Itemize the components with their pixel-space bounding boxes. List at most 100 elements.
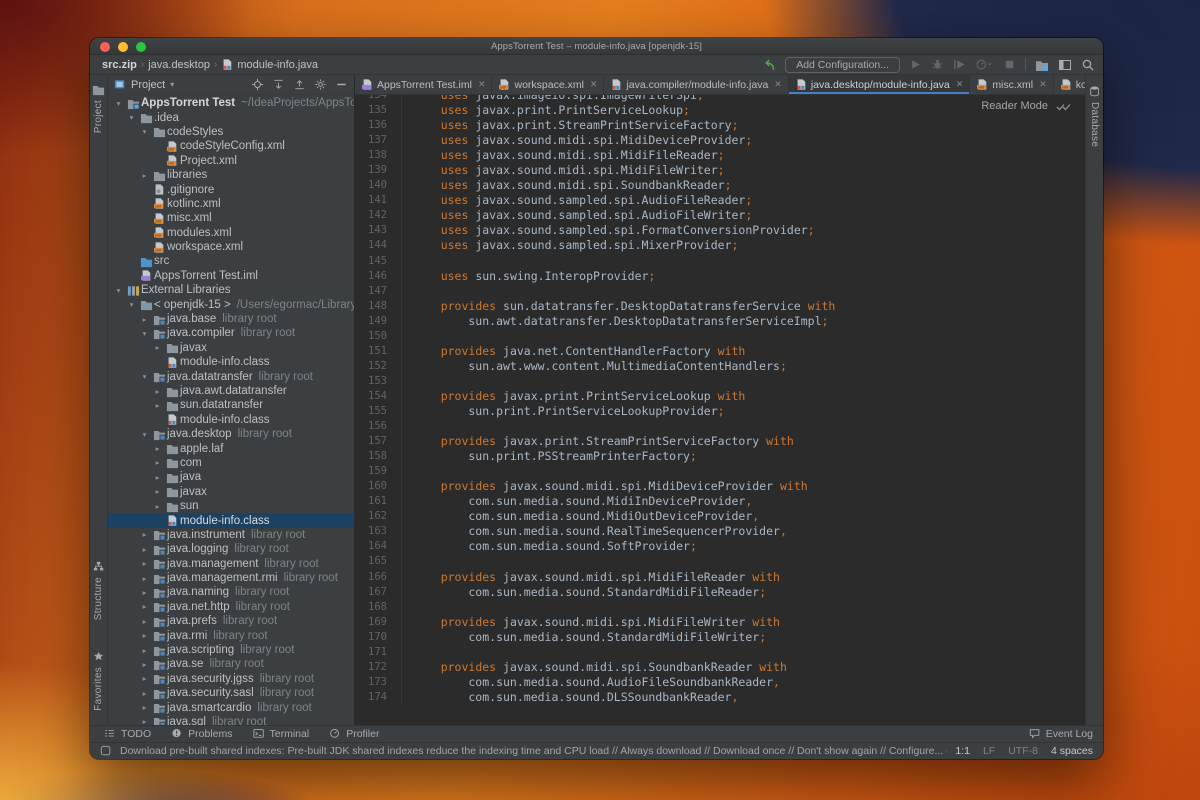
chevron-right-icon[interactable]: ▸ [138,660,151,669]
tab-workspace-xml[interactable]: xmlworkspace.xml✕ [492,75,604,94]
tree-item-codestyleconfig-xml[interactable]: xmlcodeStyleConfig.xml [108,139,354,153]
tree-item-libraries[interactable]: ▸libraries [108,168,354,182]
indentation[interactable]: 4 spaces [1051,745,1093,757]
project-panel-title[interactable]: Project [131,79,165,91]
tree-item-kotlinc-xml[interactable]: xmlkotlinc.xml [108,197,354,211]
undo-arrow-icon[interactable] [762,58,776,72]
chevron-right-icon[interactable]: ▸ [151,387,164,396]
reader-mode-badge[interactable]: Reader Mode [981,100,1071,112]
line-separator[interactable]: LF [983,745,995,757]
project-structure-icon[interactable] [1035,58,1049,72]
tree-item-sun[interactable]: ▸sun [108,499,354,513]
tree-item-openjdk-15[interactable]: ▾< openjdk-15 >/Users/egormac/Library/Ja… [108,297,354,311]
tree-item-java-awt-datatransfer[interactable]: ▸java.awt.datatransfer [108,384,354,398]
close-tab-icon[interactable]: ✕ [774,79,782,90]
chevron-right-icon[interactable]: ▸ [138,588,151,597]
tree-item-com[interactable]: ▸com [108,456,354,470]
tree-item-java-compiler[interactable]: ▾java.compilerlibrary root [108,326,354,340]
chevron-right-icon[interactable]: ▸ [151,444,164,453]
tree-item-javax[interactable]: ▸javax [108,341,354,355]
debug-icon[interactable] [931,58,944,71]
tab-java-desktop-module-info-java[interactable]: java.desktop/module-info.java✕ [789,75,970,94]
tree-item-modules-xml[interactable]: xmlmodules.xml [108,226,354,240]
chevron-right-icon[interactable]: ▸ [138,574,151,583]
toolwindow-button-profiler[interactable]: Profiler [329,728,379,740]
chevron-right-icon[interactable]: ▸ [138,689,151,698]
minimize-window-button[interactable] [118,42,128,52]
locate-file-icon[interactable] [251,78,264,91]
chevron-right-icon[interactable]: ▸ [138,315,151,324]
tool-strip-favorites[interactable]: Favorites [90,651,107,711]
tree-item-java-logging[interactable]: ▸java.logginglibrary root [108,542,354,556]
tree-item-java-management[interactable]: ▸java.managementlibrary root [108,557,354,571]
run-icon[interactable] [909,58,922,71]
chevron-down-icon[interactable]: ▾ [125,300,138,309]
chevron-right-icon[interactable]: ▸ [138,703,151,712]
editor-body[interactable]: 134 uses javax.imageio.spi.ImageWriterSp… [355,95,1085,725]
window-layout-icon[interactable] [1058,58,1072,72]
tree-item-java[interactable]: ▸java [108,470,354,484]
tree-item-project-xml[interactable]: xmlProject.xml [108,154,354,168]
tree-item-java-base[interactable]: ▸java.baselibrary root [108,312,354,326]
tree-item-java-instrument[interactable]: ▸java.instrumentlibrary root [108,528,354,542]
background-tasks-icon[interactable] [100,745,112,757]
breadcrumb-item-module-info-java[interactable]: module-info.java [237,59,318,71]
chevron-right-icon[interactable]: ▸ [151,343,164,352]
tree-item-java-naming[interactable]: ▸java.naminglibrary root [108,585,354,599]
tree-item-module-info-class[interactable]: module-info.class [108,355,354,369]
tree-item-workspace-xml[interactable]: xmlworkspace.xml [108,240,354,254]
event-log-button[interactable]: Event Log [1029,728,1093,740]
tree-item-java-net-http[interactable]: ▸java.net.httplibrary root [108,600,354,614]
close-tab-icon[interactable]: ✕ [478,79,486,90]
chevron-down-icon[interactable]: ▾ [112,286,125,295]
tab-kotlinc-xml[interactable]: xmlkotlinc.xml✕ [1054,75,1085,94]
collapse-all-icon[interactable] [293,78,306,91]
tree-item-gitignore[interactable]: .gitignore [108,182,354,196]
chevron-right-icon[interactable]: ▸ [138,602,151,611]
tree-item-misc-xml[interactable]: xmlmisc.xml [108,211,354,225]
close-tab-icon[interactable]: ✕ [956,79,964,90]
tree-item-idea[interactable]: ▾.idea [108,110,354,124]
chevron-right-icon[interactable]: ▸ [138,717,151,725]
chevron-down-icon[interactable]: ▾ [138,372,151,381]
tree-item-java-management-rmi[interactable]: ▸java.management.rmilibrary root [108,571,354,585]
tree-item-java-rmi[interactable]: ▸java.rmilibrary root [108,628,354,642]
tree-item-src[interactable]: src [108,254,354,268]
breadcrumb-item-src-zip[interactable]: src.zip [102,59,137,71]
chevron-right-icon[interactable]: ▸ [138,631,151,640]
chevron-down-icon[interactable]: ▾ [112,99,125,108]
profiler-icon[interactable] [975,58,994,71]
tree-item-external-libraries[interactable]: ▾External Libraries [108,283,354,297]
search-everywhere-icon[interactable] [1081,58,1095,72]
gear-icon[interactable] [314,78,327,91]
close-window-button[interactable] [100,42,110,52]
tree-item-java-security-jgss[interactable]: ▸java.security.jgsslibrary root [108,672,354,686]
tree-item-java-scripting[interactable]: ▸java.scriptinglibrary root [108,643,354,657]
hide-panel-icon[interactable] [335,78,348,91]
tree-item-java-smartcardio[interactable]: ▸java.smartcardiolibrary root [108,700,354,714]
chevron-down-icon[interactable]: ▾ [138,329,151,338]
expand-all-icon[interactable] [272,78,285,91]
tree-item-java-datatransfer[interactable]: ▾java.datatransferlibrary root [108,369,354,383]
zoom-window-button[interactable] [136,42,146,52]
tool-strip-database[interactable]: Database [1086,85,1103,147]
toolwindow-button-todo[interactable]: TODO [104,728,151,740]
chevron-right-icon[interactable]: ▸ [138,530,151,539]
tree-item-java-sql[interactable]: ▸java.sqllibrary root [108,715,354,725]
breadcrumb-item-java-desktop[interactable]: java.desktop [148,59,210,71]
stop-icon[interactable] [1003,58,1016,71]
close-tab-icon[interactable]: ✕ [590,79,598,90]
add-configuration-button[interactable]: Add Configuration... [785,57,900,73]
tree-item-module-info-class[interactable]: module-info.class [108,513,354,527]
chevron-right-icon[interactable]: ▸ [151,458,164,467]
close-tab-icon[interactable]: ✕ [1039,79,1047,90]
tree-item-java-prefs[interactable]: ▸java.prefslibrary root [108,614,354,628]
tree-item-appstorrent-test-iml[interactable]: AppsTorrent Test.iml [108,269,354,283]
tree-item-java-se[interactable]: ▸java.selibrary root [108,657,354,671]
chevron-down-icon[interactable]: ▾ [125,113,138,122]
chevron-right-icon[interactable]: ▸ [151,502,164,511]
chevron-right-icon[interactable]: ▸ [138,674,151,683]
caret-position[interactable]: 1:1 [955,745,970,757]
chevron-right-icon[interactable]: ▸ [151,487,164,496]
chevron-right-icon[interactable]: ▸ [138,545,151,554]
